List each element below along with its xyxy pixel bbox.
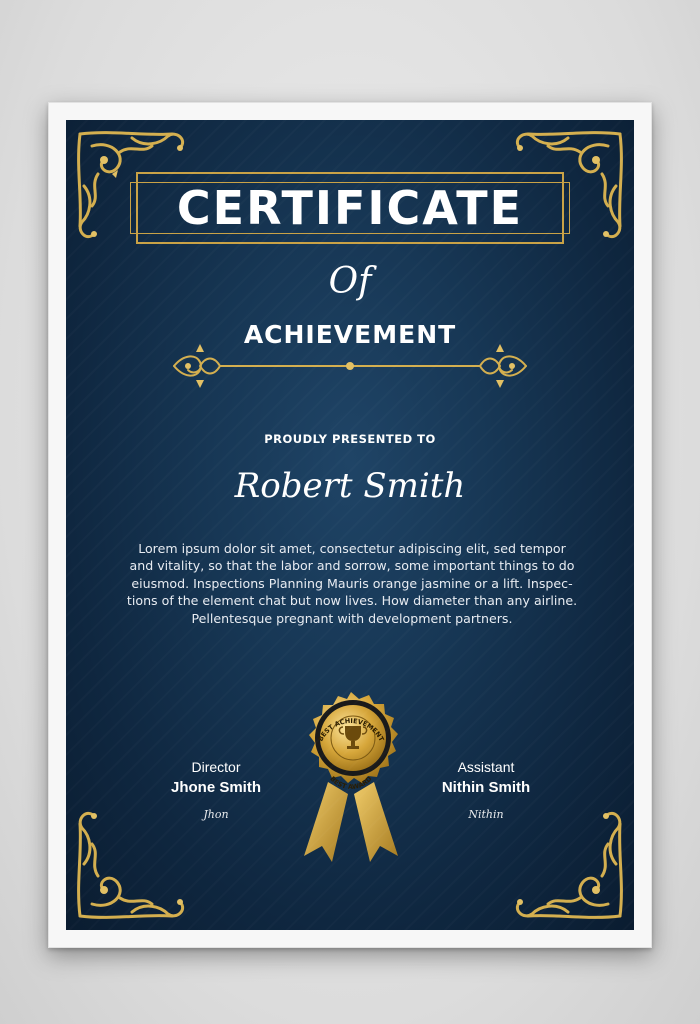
title-frame: CERTIFICATE xyxy=(130,172,570,244)
signature-block-assistant: Assistant Nithin Smith Nithin xyxy=(406,758,566,821)
corner-ornament-icon xyxy=(72,794,202,924)
seal-bottom-text: BEST AWARD xyxy=(329,774,374,791)
recipient-name: Robert Smith xyxy=(234,466,466,506)
signature-name: Nithin Smith xyxy=(441,779,531,796)
signature-script: Nithin xyxy=(468,808,504,821)
certificate-card: CERTIFICATE Of ACHIEVEMENT PROUDLY PRESE… xyxy=(66,120,634,930)
signature-script: Jhon xyxy=(203,808,229,821)
signature-role: Assistant xyxy=(457,759,515,775)
body-line: tions of the element chat but now lives.… xyxy=(126,593,578,609)
signature-role: Director xyxy=(191,759,241,775)
seal-top-text: BEST ACHIEVEMENT xyxy=(316,717,385,743)
of-script: Of xyxy=(328,261,372,302)
award-seal-icon: BEST ACHIEVEMENT BEST AWARD xyxy=(286,690,416,870)
corner-ornament-icon xyxy=(72,126,202,256)
certificate-title: CERTIFICATE xyxy=(176,181,524,235)
certificate-subtitle: ACHIEVEMENT xyxy=(243,320,457,349)
body-line: eiusmod. Inspections Planning Mauris ora… xyxy=(131,575,573,591)
body-line: Pellentesque pregnant with development p… xyxy=(191,610,513,626)
flourish-divider-icon xyxy=(166,338,534,394)
svg-text:BEST AWARD: BEST AWARD xyxy=(329,774,374,791)
presented-to-label: PROUDLY PRESENTED TO xyxy=(264,432,436,446)
trophy-icon xyxy=(338,726,368,749)
certificate-body: Lorem ipsum dolor sit amet, consectetur … xyxy=(100,540,604,627)
signature-block-director: Director Jhone Smith Jhon xyxy=(136,758,296,821)
body-line: and vitality, so that the labor and sorr… xyxy=(129,558,575,574)
signature-name: Jhone Smith xyxy=(170,779,261,796)
svg-text:BEST ACHIEVEMENT: BEST ACHIEVEMENT xyxy=(316,717,385,743)
body-line: Lorem ipsum dolor sit amet, consectetur … xyxy=(138,541,566,556)
corner-ornament-icon xyxy=(498,794,628,924)
corner-ornament-icon xyxy=(498,126,628,256)
